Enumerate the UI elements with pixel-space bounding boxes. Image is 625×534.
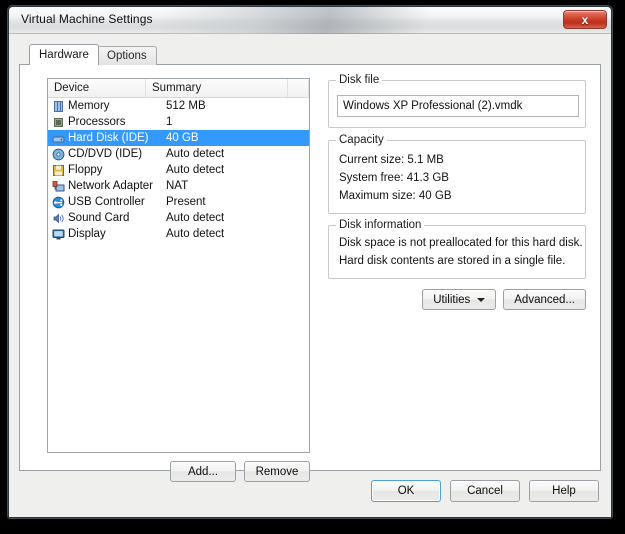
- window-title: Virtual Machine Settings: [21, 12, 153, 26]
- usb-controller-icon: [52, 196, 65, 209]
- table-row[interactable]: Network Adapter NAT: [48, 178, 309, 194]
- close-icon[interactable]: x: [563, 10, 607, 29]
- capacity-current-size-label: Current size:: [339, 154, 405, 166]
- chevron-down-icon: [477, 297, 486, 302]
- capacity-system-free-label: System free:: [339, 172, 404, 184]
- device-summary: Auto detect: [166, 212, 225, 224]
- device-name: Processors: [68, 116, 126, 128]
- disk-information-legend: Disk information: [336, 219, 425, 231]
- footer-buttons: OK Cancel Help: [371, 480, 599, 502]
- disk-information-line-1: Disk space is not preallocated for this …: [339, 237, 583, 249]
- tab-strip: Hardware Options: [29, 44, 601, 65]
- capacity-system-free: System free: 41.3 GB: [339, 172, 449, 184]
- display-icon: [52, 228, 65, 241]
- remove-button[interactable]: Remove: [244, 461, 310, 482]
- cd-dvd-icon: [52, 148, 65, 161]
- utilities-button-label: Utilities: [433, 293, 471, 306]
- disk-action-buttons: Utilities Advanced...: [328, 289, 586, 310]
- add-button[interactable]: Add...: [170, 461, 236, 482]
- help-button[interactable]: Help: [529, 480, 599, 502]
- device-list[interactable]: Device Summary Memory 512 MB Processors 1 Ha…: [47, 78, 310, 453]
- device-list-actions: Add... Remove: [47, 461, 310, 482]
- title-bar: Virtual Machine Settings x: [9, 7, 611, 34]
- dialog-client-area: Hardware Options Device Summary Memory 51…: [9, 34, 611, 517]
- table-row[interactable]: USB Controller Present: [48, 194, 309, 210]
- title-bar-sheen: [159, 7, 439, 34]
- disk-information-group: Disk information Disk space is not preal…: [328, 219, 586, 279]
- table-row[interactable]: Hard Disk (IDE) 40 GB: [48, 130, 309, 146]
- device-summary: Auto detect: [166, 164, 225, 176]
- table-row[interactable]: CD/DVD (IDE) Auto detect: [48, 146, 309, 162]
- table-row[interactable]: Display Auto detect: [48, 226, 309, 242]
- disk-file-group: Disk file Windows XP Professional (2).vm…: [328, 74, 586, 128]
- table-row[interactable]: Floppy Auto detect: [48, 162, 309, 178]
- column-header-device[interactable]: Device: [48, 79, 146, 97]
- capacity-current-size-value: 5.1 MB: [407, 154, 444, 166]
- cancel-button[interactable]: Cancel: [450, 480, 520, 502]
- device-name: Display: [68, 228, 106, 240]
- device-summary: NAT: [166, 180, 189, 192]
- device-summary: 1: [166, 116, 173, 128]
- capacity-current-size: Current size: 5.1 MB: [339, 154, 444, 166]
- column-header-summary[interactable]: Summary: [146, 79, 288, 97]
- capacity-maximum-size: Maximum size: 40 GB: [339, 190, 452, 202]
- device-name: Memory: [68, 100, 110, 112]
- disk-file-input[interactable]: Windows XP Professional (2).vmdk: [337, 95, 579, 117]
- virtual-machine-settings-window: Virtual Machine Settings x Hardware Opti…: [8, 6, 612, 518]
- table-row[interactable]: Sound Card Auto detect: [48, 210, 309, 226]
- device-summary: 40 GB: [166, 132, 199, 144]
- hardware-tab-page: Device Summary Memory 512 MB Processors 1 Ha…: [19, 64, 601, 482]
- disk-information-line-2: Hard disk contents are stored in a singl…: [339, 255, 566, 267]
- table-row[interactable]: Memory 512 MB: [48, 98, 309, 114]
- device-name: Hard Disk (IDE): [68, 132, 149, 144]
- device-name: Floppy: [68, 164, 103, 176]
- sound-card-icon: [52, 212, 65, 225]
- advanced-button[interactable]: Advanced...: [503, 289, 586, 310]
- device-name: Sound Card: [68, 212, 130, 224]
- capacity-system-free-value: 41.3 GB: [406, 172, 449, 184]
- table-row[interactable]: Processors 1: [48, 114, 309, 130]
- floppy-icon: [52, 164, 65, 177]
- device-summary: Auto detect: [166, 228, 225, 240]
- network-adapter-icon: [52, 180, 65, 193]
- device-name: CD/DVD (IDE): [68, 148, 143, 160]
- tab-hardware[interactable]: Hardware: [29, 44, 99, 65]
- capacity-group: Capacity Current size: 5.1 MB System fre…: [328, 134, 586, 214]
- device-list-header: Device Summary: [48, 79, 309, 98]
- device-name: USB Controller: [68, 196, 145, 208]
- memory-icon: [52, 100, 65, 113]
- capacity-maximum-size-value: 40 GB: [418, 190, 452, 202]
- utilities-button[interactable]: Utilities: [422, 289, 497, 310]
- device-summary: Present: [166, 196, 206, 208]
- ok-button[interactable]: OK: [371, 480, 441, 502]
- capacity-maximum-size-label: Maximum size:: [339, 190, 416, 202]
- device-list-body: Memory 512 MB Processors 1 Hard Disk (IDE) 40…: [48, 98, 309, 242]
- capacity-legend: Capacity: [336, 134, 387, 146]
- disk-file-legend: Disk file: [336, 74, 383, 86]
- tab-options[interactable]: Options: [97, 46, 157, 65]
- device-summary: Auto detect: [166, 148, 225, 160]
- hard-disk-icon: [52, 132, 65, 145]
- device-name: Network Adapter: [68, 180, 154, 192]
- column-header-extra[interactable]: [288, 79, 309, 97]
- device-summary: 512 MB: [166, 100, 206, 112]
- processor-icon: [52, 116, 65, 129]
